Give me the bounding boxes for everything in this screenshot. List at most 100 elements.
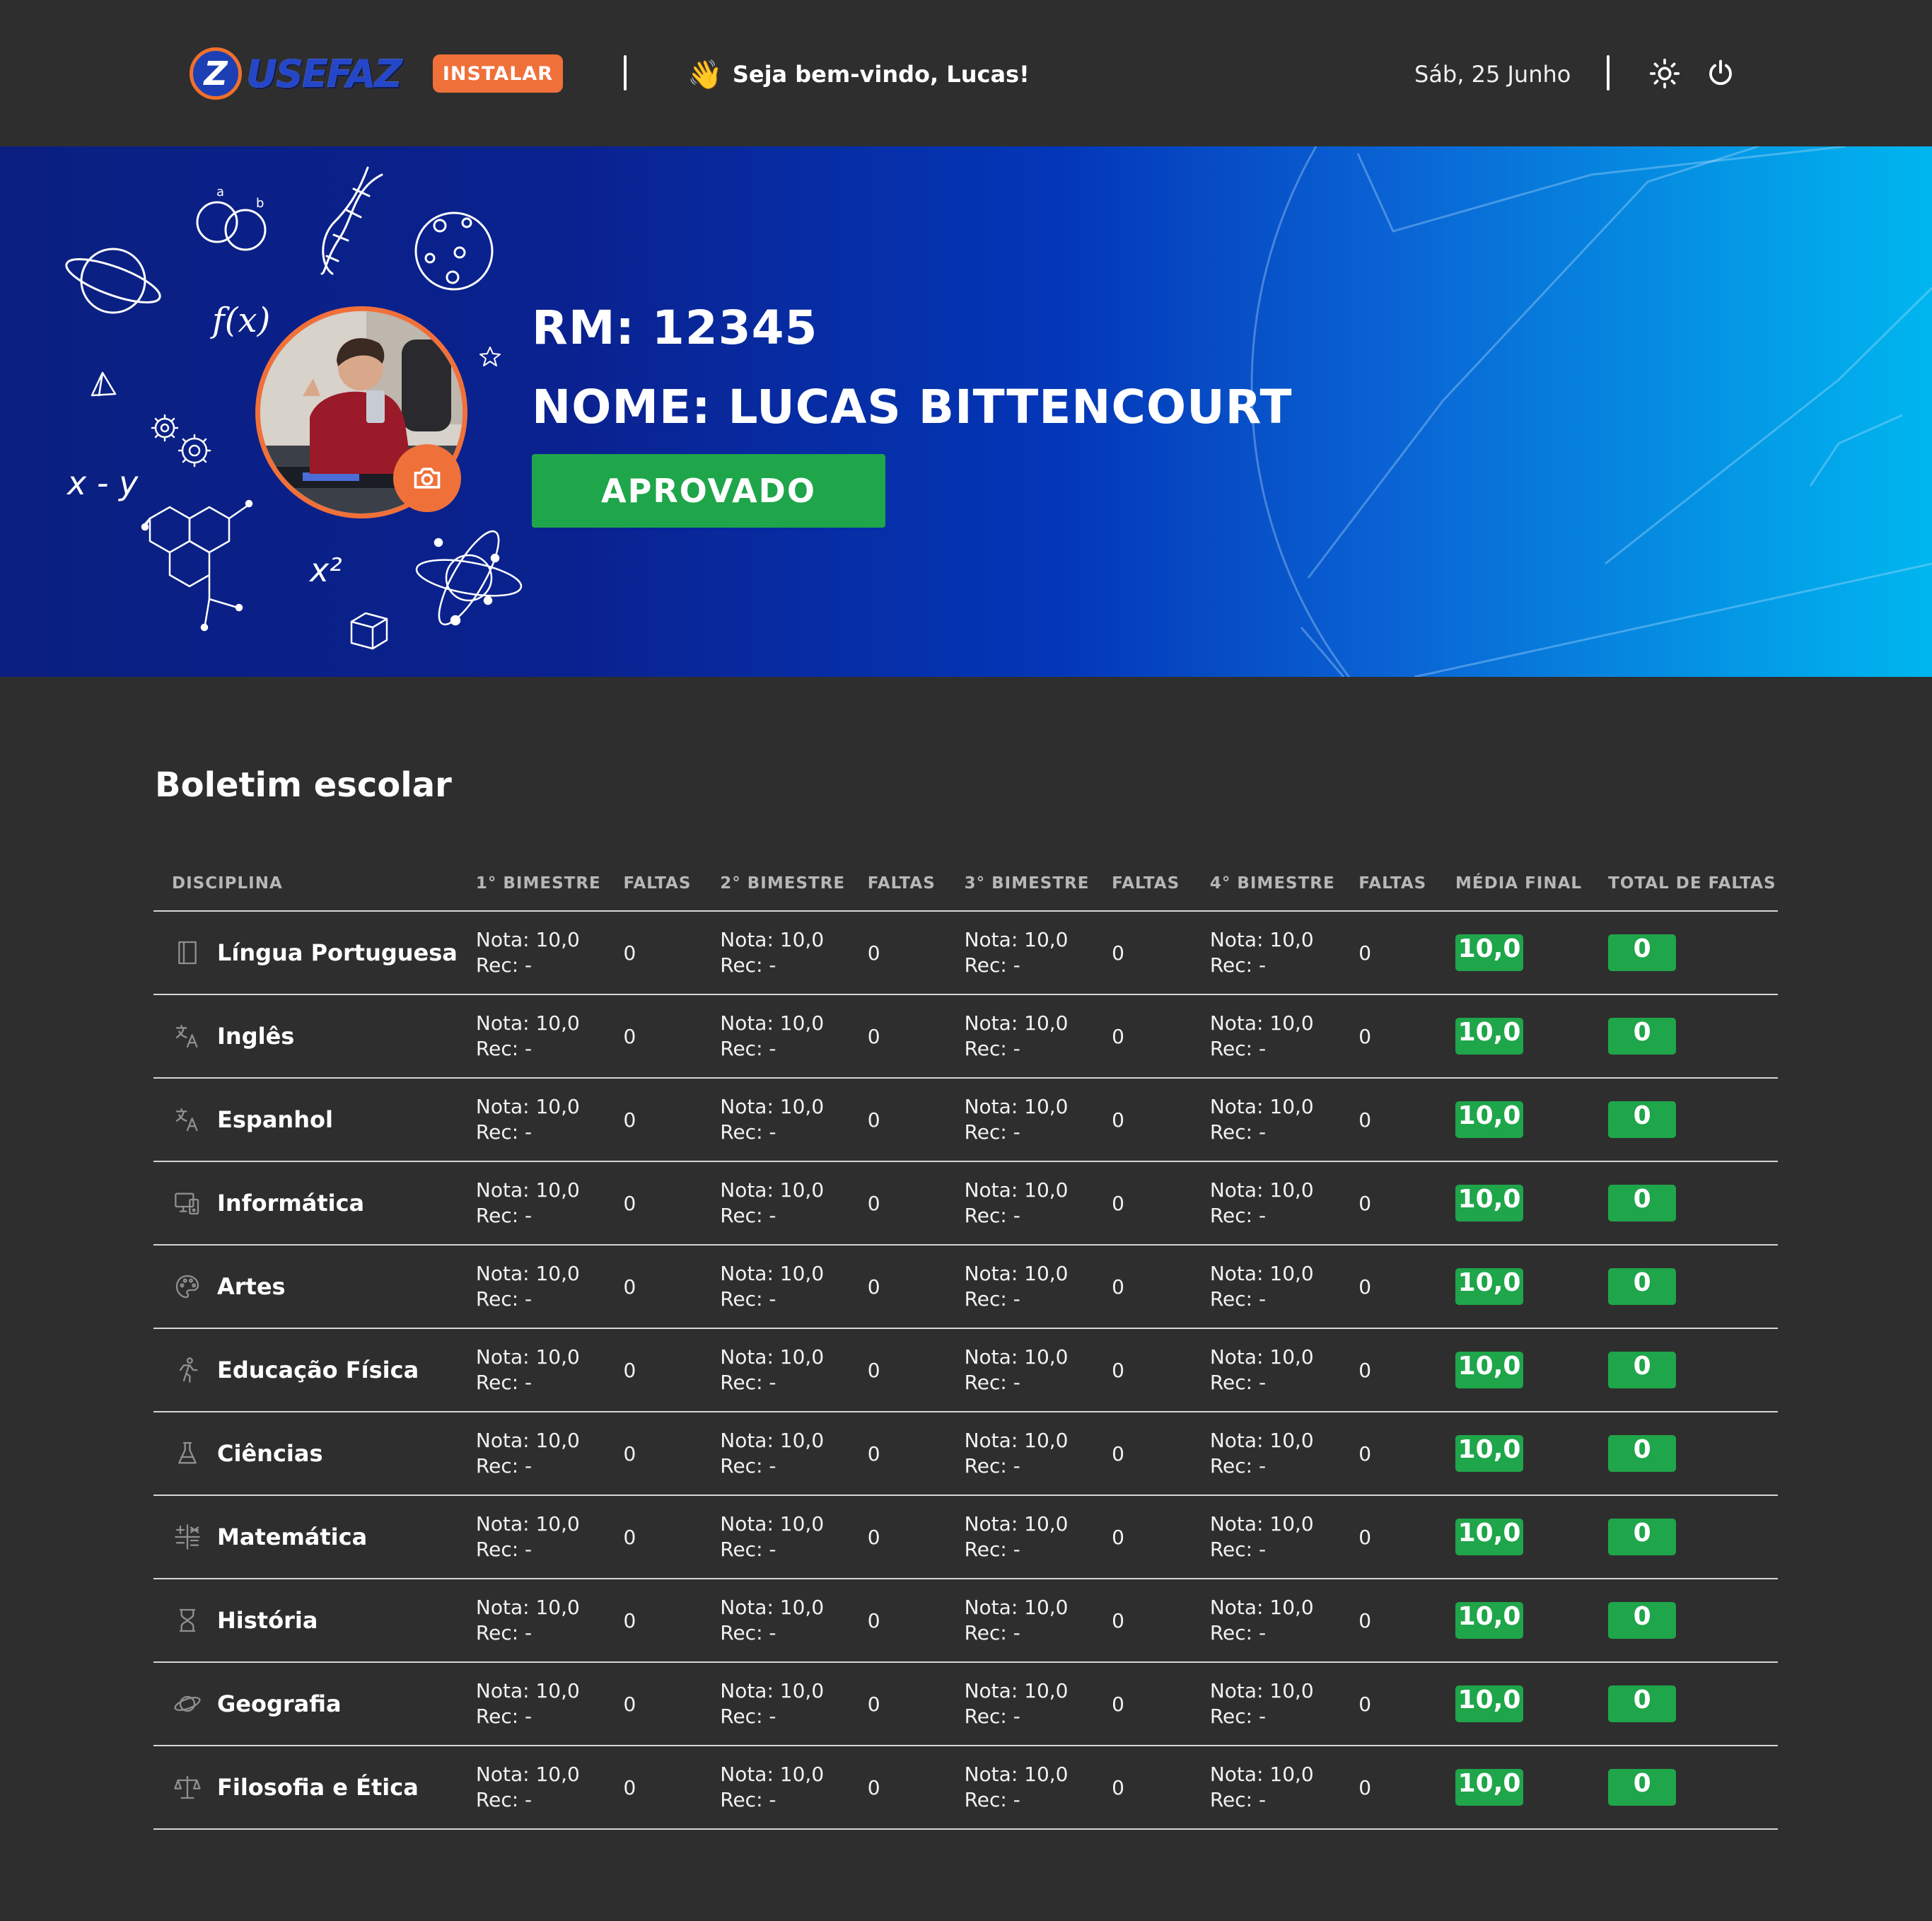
table-row: Educação Física Nota: 10,0 Rec: -0 Nota: 10… bbox=[153, 1328, 1778, 1412]
bimester-grade: Nota: 10,0 Rec: - bbox=[1191, 1412, 1341, 1496]
bimester-grade: Nota: 10,0 Rec: - bbox=[457, 1078, 605, 1162]
grade-value: Nota: 10,0 bbox=[1209, 1512, 1314, 1536]
final-average-cell: 10,0 bbox=[1437, 1412, 1590, 1496]
usefaz-logo[interactable]: Z USEFAZ bbox=[190, 47, 402, 100]
cube-icon bbox=[350, 612, 388, 650]
final-average-badge: 10,0 bbox=[1455, 1602, 1524, 1639]
recovery-value: Rec: - bbox=[1209, 1204, 1267, 1227]
recovery-value: Rec: - bbox=[475, 1037, 533, 1060]
discipline-name: Artes bbox=[217, 1273, 286, 1300]
student-name: NOME: LUCAS BITTENCOURT bbox=[532, 380, 1293, 434]
discipline-name: Inglês bbox=[217, 1023, 295, 1050]
recovery-value: Rec: - bbox=[1209, 1371, 1267, 1394]
recovery-value: Rec: - bbox=[475, 953, 533, 977]
bimester-grade: Nota: 10,0 Rec: - bbox=[702, 1579, 849, 1663]
bimester-grade: Nota: 10,0 Rec: - bbox=[945, 994, 1094, 1079]
current-date: Sáb, 25 Junho bbox=[1414, 61, 1571, 88]
discipline-name: Língua Portuguesa bbox=[217, 939, 458, 966]
discipline-cell: Inglês bbox=[153, 994, 458, 1079]
bimester-grade: Nota: 10,0 Rec: - bbox=[945, 1662, 1094, 1746]
bimester-grade: Nota: 10,0 Rec: - bbox=[702, 1245, 849, 1329]
recovery-value: Rec: - bbox=[1209, 1705, 1267, 1728]
grade-value: Nota: 10,0 bbox=[720, 1763, 825, 1786]
status-badge: APROVADO bbox=[532, 454, 885, 528]
absences-value: 0 bbox=[1340, 1579, 1438, 1663]
absences-value: 0 bbox=[1340, 1746, 1438, 1830]
table-row: Língua Portuguesa Nota: 10,0 Rec: -0 Nota: … bbox=[153, 911, 1778, 995]
palette-icon bbox=[172, 1271, 203, 1302]
grade-value: Nota: 10,0 bbox=[964, 1763, 1069, 1786]
absences-value: 0 bbox=[849, 1579, 946, 1663]
grade-value: Nota: 10,0 bbox=[720, 1596, 825, 1619]
grade-value: Nota: 10,0 bbox=[964, 928, 1069, 951]
absences-value: 0 bbox=[1093, 911, 1192, 995]
bimester-grade: Nota: 10,0 Rec: - bbox=[702, 1746, 849, 1830]
total-absences-cell: 0 bbox=[1590, 1328, 1778, 1412]
table-row: Informática Nota: 10,0 Rec: -0 Nota: 10,0 Re… bbox=[153, 1161, 1778, 1246]
absences-value: 0 bbox=[1093, 1579, 1192, 1663]
bimester-grade: Nota: 10,0 Rec: - bbox=[1191, 1161, 1341, 1246]
install-button[interactable]: INSTALAR bbox=[433, 54, 563, 93]
grade-value: Nota: 10,0 bbox=[1209, 1011, 1314, 1035]
absences-value: 0 bbox=[1340, 994, 1438, 1079]
recovery-value: Rec: - bbox=[964, 1204, 1020, 1227]
absences-value: 0 bbox=[849, 1662, 946, 1746]
recovery-value: Rec: - bbox=[720, 1120, 776, 1144]
grades-table: DISCIPLINA 1° BIMESTRE FALTAS 2° BIMESTRE FA… bbox=[153, 857, 1778, 1830]
total-absences-cell: 0 bbox=[1590, 1161, 1778, 1246]
grade-value: Nota: 10,0 bbox=[964, 1345, 1069, 1369]
grade-value: Nota: 10,0 bbox=[720, 1178, 825, 1202]
absences-value: 0 bbox=[605, 1746, 702, 1830]
grade-value: Nota: 10,0 bbox=[964, 1178, 1069, 1202]
absences-value: 0 bbox=[1093, 1495, 1192, 1579]
bimester-grade: Nota: 10,0 Rec: - bbox=[457, 1662, 605, 1746]
recovery-value: Rec: - bbox=[964, 1705, 1020, 1728]
total-absences-cell: 0 bbox=[1590, 1579, 1778, 1663]
moon-icon bbox=[414, 211, 494, 291]
change-photo-button[interactable] bbox=[393, 444, 461, 512]
discipline-name: História bbox=[217, 1607, 318, 1634]
recovery-value: Rec: - bbox=[1209, 1037, 1267, 1060]
total-absences-cell: 0 bbox=[1590, 911, 1778, 995]
svg-text:a: a bbox=[216, 185, 224, 199]
sun-icon bbox=[1649, 58, 1680, 89]
total-absences-cell: 0 bbox=[1590, 1245, 1778, 1329]
absences-value: 0 bbox=[1340, 1161, 1438, 1246]
recovery-value: Rec: - bbox=[475, 1371, 533, 1394]
x-squared-doodle: x² bbox=[308, 551, 342, 589]
total-absences-badge: 0 bbox=[1608, 934, 1677, 971]
bimester-grade: Nota: 10,0 Rec: - bbox=[1191, 1328, 1341, 1412]
absences-value: 0 bbox=[1340, 1412, 1438, 1496]
grade-value: Nota: 10,0 bbox=[475, 928, 580, 951]
grade-value: Nota: 10,0 bbox=[1209, 1095, 1314, 1118]
discipline-name: Geografia bbox=[217, 1690, 342, 1717]
profile-photo[interactable] bbox=[255, 306, 467, 518]
absences-value: 0 bbox=[1093, 1746, 1192, 1830]
absences-value: 0 bbox=[1340, 1245, 1438, 1329]
bimester-grade: Nota: 10,0 Rec: - bbox=[457, 911, 605, 995]
grade-value: Nota: 10,0 bbox=[720, 1262, 825, 1285]
final-average-badge: 10,0 bbox=[1455, 1185, 1524, 1221]
welcome-text: Seja bem-vindo, Lucas! bbox=[732, 61, 1030, 88]
recovery-value: Rec: - bbox=[475, 1705, 533, 1728]
bimester-grade: Nota: 10,0 Rec: - bbox=[1191, 1662, 1341, 1746]
x-minus-y-doodle: x - y bbox=[66, 464, 139, 502]
grade-value: Nota: 10,0 bbox=[964, 1262, 1069, 1285]
recovery-value: Rec: - bbox=[475, 1621, 533, 1644]
grade-value: Nota: 10,0 bbox=[964, 1095, 1069, 1118]
book-icon bbox=[172, 937, 203, 968]
bimester-grade: Nota: 10,0 Rec: - bbox=[945, 1078, 1094, 1162]
total-absences-badge: 0 bbox=[1608, 1101, 1677, 1138]
theme-toggle-button[interactable] bbox=[1645, 54, 1684, 93]
total-absences-cell: 0 bbox=[1590, 1412, 1778, 1496]
total-absences-badge: 0 bbox=[1608, 1185, 1677, 1221]
discipline-cell: Espanhol bbox=[153, 1078, 458, 1162]
discipline-cell: Ciências bbox=[153, 1412, 458, 1496]
discipline-cell: Filosofia e Ética bbox=[153, 1746, 458, 1830]
grade-value: Nota: 10,0 bbox=[475, 1596, 580, 1619]
translate-icon bbox=[172, 1104, 203, 1135]
grade-value: Nota: 10,0 bbox=[1209, 1596, 1314, 1619]
absences-value: 0 bbox=[1093, 1412, 1192, 1496]
discipline-cell: Matemática bbox=[153, 1495, 458, 1579]
logout-button[interactable] bbox=[1701, 54, 1740, 93]
